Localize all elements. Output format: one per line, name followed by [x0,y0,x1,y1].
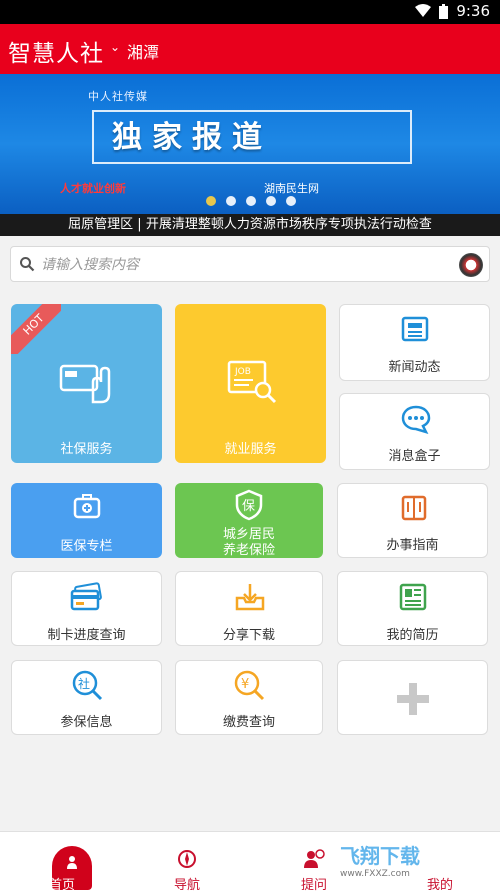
status-bar: 9:36 [0,0,500,24]
chevron-down-icon[interactable]: ⌄ [110,40,120,54]
tile-pension-label-line2: 养老保险 [222,543,275,558]
tile-resume[interactable]: 我的简历 [337,571,488,646]
svg-text:¥: ¥ [241,677,249,692]
yen-search-icon: ¥ [234,670,265,701]
download-tray-icon [235,584,265,611]
tile-employment-label: 就业服务 [224,442,277,457]
carousel-dot[interactable] [206,196,216,206]
carousel-dot[interactable] [286,196,296,206]
nav-home[interactable]: 首页 [12,832,112,891]
home-icon [67,856,77,869]
job-search-icon: JOB [227,360,277,404]
bank-card-icon [70,582,102,611]
carousel-dot[interactable] [246,196,256,206]
carousel-dot[interactable] [226,196,236,206]
tile-social-security-label: 社保服务 [60,442,113,457]
tile-add[interactable] [337,660,488,735]
question-icon [304,849,325,868]
banner-footer-left: 人才就业创新 [60,182,126,195]
tile-news[interactable]: 新闻动态 [339,304,490,381]
svg-text:社: 社 [78,676,90,691]
resume-icon [399,583,427,611]
bottom-navigation: 首页 导航 提问 我的 [0,831,500,891]
nav-navigation-label: 导航 [173,878,200,891]
tile-medical-label: 医保专栏 [60,539,113,554]
tile-social-security[interactable]: HOT 社保服务 [11,304,162,463]
social-insurance-search-icon: 社 [72,670,103,701]
search-input[interactable] [41,253,441,277]
tile-share[interactable]: 分享下载 [175,571,323,646]
watermark-logo: 飞翔下载 www.FXXZ.com [340,840,420,879]
banner-footer-right: 湖南民生网 [264,182,319,195]
tile-card-progress-label: 制卡进度查询 [47,628,126,643]
tile-share-label: 分享下载 [222,628,275,643]
search-icon [20,257,35,272]
nav-navigation[interactable]: 导航 [137,832,237,891]
watermark-text: 飞翔下载 [340,844,420,868]
nav-home-label: 首页 [48,878,75,891]
search-bar[interactable] [10,246,490,282]
newspaper-icon [401,316,429,342]
banner-headline: 独家报道 [112,120,272,155]
app-header: 智慧人社 ⌄ 湘潭 [0,24,500,74]
svg-text:JOB: JOB [234,367,251,377]
banner-media-label: 中人社传媒 [88,90,148,103]
tile-employment[interactable]: JOB 就业服务 [175,304,326,463]
app-title: 智慧人社 [8,41,104,67]
tile-messages-label: 消息盒子 [388,449,441,464]
tile-insured-info[interactable]: 社 参保信息 [11,660,162,735]
news-banner[interactable]: 中人社传媒 独家报道 人才就业创新 湖南民生网 [0,74,500,214]
card-hand-icon [59,364,111,404]
carousel-dots [206,196,296,206]
tile-guide-label: 办事指南 [386,538,439,553]
tile-news-label: 新闻动态 [388,360,441,375]
tile-guide[interactable]: 办事指南 [337,483,488,558]
tile-resume-label: 我的简历 [386,628,439,643]
status-time: 9:36 [456,2,490,20]
tile-insured-info-label: 参保信息 [60,715,113,730]
plus-icon [397,683,429,715]
tile-pension[interactable]: 保 城乡居民 养老保险 [175,483,323,558]
city-selector[interactable]: 湘潭 [127,39,159,63]
tile-payment-label: 缴费查询 [222,715,275,730]
tile-payment[interactable]: ¥ 缴费查询 [175,660,323,735]
news-ticker[interactable]: 屈原管理区 | 开展清理整顿人力资源市场秩序专项执法行动检查 [0,214,500,236]
battery-icon [439,3,449,19]
chat-bubble-icon [401,405,431,434]
medical-kit-icon [73,494,101,519]
hot-badge: HOT [11,304,61,354]
tile-card-progress[interactable]: 制卡进度查询 [11,571,162,646]
tile-medical-insurance[interactable]: 医保专栏 [11,483,162,558]
book-icon [401,495,427,521]
carousel-dot[interactable] [266,196,276,206]
scan-icon[interactable] [459,253,483,277]
watermark-url: www.FXXZ.com [340,869,410,879]
banner-footer: 人才就业创新 湖南民生网 [60,180,319,196]
svg-text:保: 保 [242,499,255,514]
compass-icon [178,850,196,868]
tile-messages[interactable]: 消息盒子 [339,393,490,470]
wifi-icon [415,4,432,17]
shield-icon: 保 [235,489,263,521]
